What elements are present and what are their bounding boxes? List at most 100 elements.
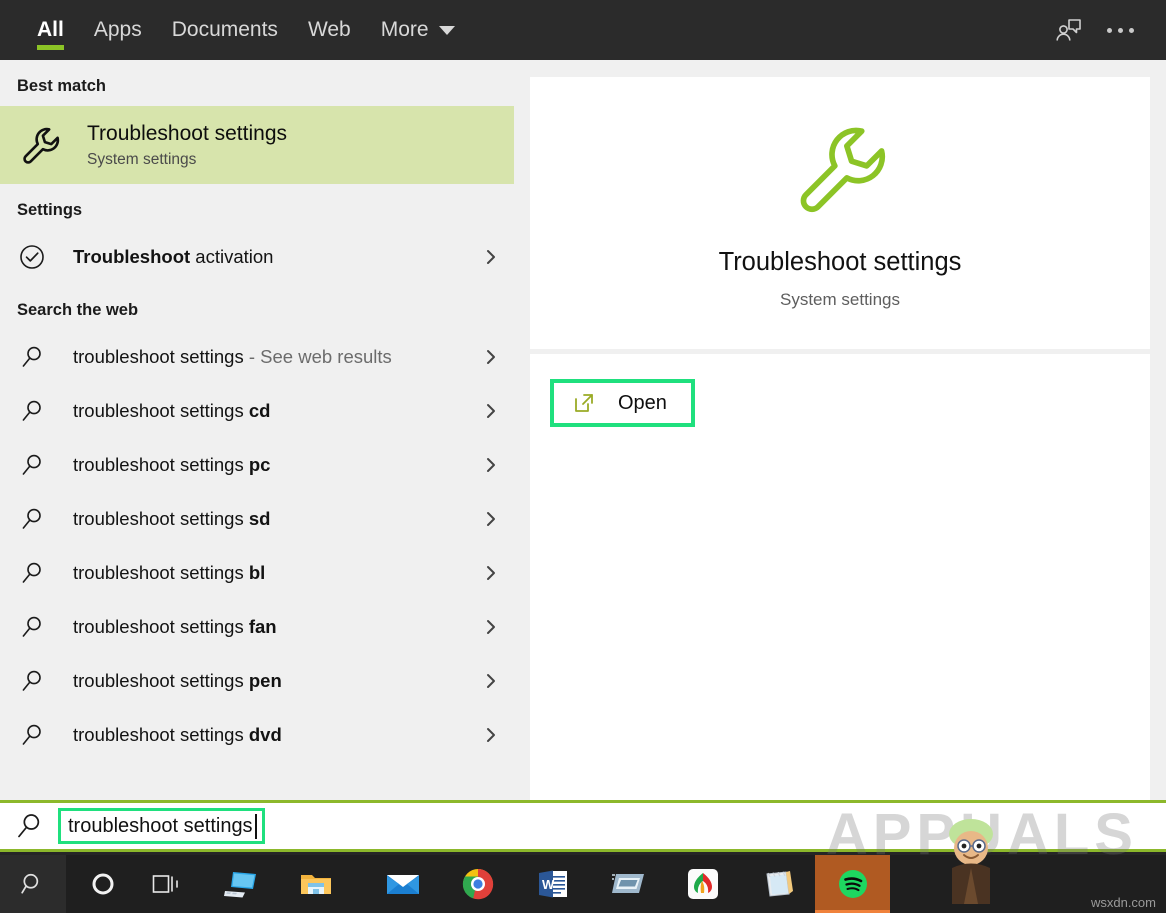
taskbar-foxit-reader-button[interactable] (665, 855, 740, 913)
web-suggestion-suffix: pc (248, 454, 271, 475)
search-results-body: Best match Troubleshoot settings System … (0, 60, 1166, 800)
chevron-right-icon[interactable] (480, 616, 502, 638)
search-bar: troubleshoot settings (0, 800, 1166, 852)
taskbar-spotify-button[interactable] (815, 855, 890, 913)
taskbar-chrome-button[interactable] (440, 855, 515, 913)
taskbar-task-view-button[interactable] (128, 855, 203, 913)
tab-all[interactable]: All (22, 0, 79, 60)
preview-title: Troubleshoot settings (718, 248, 962, 277)
web-suggestion-prefix: troubleshoot settings (73, 616, 249, 637)
best-match-heading: Best match (17, 77, 106, 95)
best-match-title: Troubleshoot settings (87, 122, 288, 146)
tab-web-label: Web (307, 18, 351, 41)
search-input[interactable]: troubleshoot settings (58, 808, 265, 844)
web-suggestion-suffix: dvd (248, 724, 282, 745)
web-suggestion-label: troubleshoot settings pen (73, 670, 282, 692)
preview-subtitle: System settings (780, 289, 900, 309)
web-suggestion-prefix: troubleshoot settings (73, 508, 249, 529)
taskbar-file-explorer-button[interactable] (278, 855, 353, 913)
tab-more[interactable]: More (366, 0, 470, 60)
open-button-label: Open (618, 391, 667, 414)
tab-list: All Apps Documents Web More (0, 0, 470, 60)
preview-panel: Troubleshoot settings System settings Op… (514, 60, 1166, 800)
taskbar-mail-button[interactable] (365, 855, 440, 913)
chevron-right-icon[interactable] (480, 724, 502, 746)
search-icon (17, 396, 47, 426)
taskbar-remote-desktop-button[interactable] (203, 855, 278, 913)
chevron-right-icon[interactable] (480, 670, 502, 692)
settings-result-label-rest: activation (190, 246, 274, 267)
chevron-right-icon[interactable] (480, 400, 502, 422)
preview-actions-card: Open (530, 354, 1150, 800)
tab-more-label: More (380, 18, 429, 41)
web-suggestion-row[interactable]: troubleshoot settings - See web results (0, 330, 514, 384)
settings-result-label-bold: Troubleshoot (73, 246, 191, 267)
windows-search-overlay: All Apps Documents Web More Best match T… (0, 0, 1166, 913)
web-suggestion-suffix: pen (248, 670, 282, 691)
web-suggestion-label: troubleshoot settings sd (73, 508, 270, 530)
chevron-right-icon[interactable] (480, 346, 502, 368)
tab-apps[interactable]: Apps (79, 0, 157, 60)
web-suggestion-label: troubleshoot settings bl (73, 562, 265, 584)
chevron-right-icon[interactable] (480, 454, 502, 476)
web-suggestion-suffix: - See web results (243, 346, 392, 367)
chevron-down-icon (438, 25, 455, 35)
search-icon (0, 803, 58, 849)
open-button[interactable]: Open (550, 379, 695, 427)
web-suggestion-suffix: cd (248, 400, 271, 421)
windows-taskbar: W (0, 855, 1166, 913)
web-suggestion-row[interactable]: troubleshoot settings pen (0, 654, 514, 708)
tab-documents[interactable]: Documents (157, 0, 293, 60)
web-suggestion-label: troubleshoot settings dvd (73, 724, 282, 746)
tab-all-label: All (37, 18, 64, 41)
wrench-icon (788, 116, 892, 225)
taskbar-search-button[interactable] (0, 855, 66, 913)
web-suggestion-row[interactable]: troubleshoot settings bl (0, 546, 514, 600)
web-suggestion-label: troubleshoot settings cd (73, 400, 270, 422)
web-suggestion-prefix: troubleshoot settings (73, 400, 249, 421)
taskbar-notepad-button[interactable] (740, 855, 815, 913)
taskbar-cortana-button[interactable] (78, 855, 128, 913)
tabbar-actions (1042, 0, 1166, 60)
web-suggestion-row[interactable]: troubleshoot settings fan (0, 600, 514, 654)
web-suggestion-prefix: troubleshoot settings (73, 724, 249, 745)
tab-apps-label: Apps (93, 18, 142, 41)
web-suggestion-suffix: bl (248, 562, 266, 583)
tab-web[interactable]: Web (293, 0, 366, 60)
more-options-ellipsis-icon[interactable] (1094, 0, 1146, 60)
web-suggestion-label: troubleshoot settings fan (73, 616, 277, 638)
web-suggestion-row[interactable]: troubleshoot settings sd (0, 492, 514, 546)
feedback-person-icon[interactable] (1042, 0, 1094, 60)
taskbar-window-app-button[interactable] (590, 855, 665, 913)
settings-heading: Settings (17, 201, 83, 219)
web-suggestion-suffix: sd (248, 508, 271, 529)
preview-card: Troubleshoot settings System settings (530, 77, 1150, 349)
best-match-subtitle: System settings (87, 150, 197, 168)
web-suggestion-prefix: troubleshoot settings (73, 670, 249, 691)
web-suggestion-row[interactable]: troubleshoot settings cd (0, 384, 514, 438)
taskbar-word-button[interactable]: W (515, 855, 590, 913)
check-circle-icon (17, 242, 47, 272)
settings-result-label: Troubleshoot activation (73, 246, 273, 268)
web-suggestion-prefix: troubleshoot settings (73, 562, 249, 583)
search-filter-tabbar: All Apps Documents Web More (0, 0, 1166, 60)
web-suggestion-label: troubleshoot settings - See web results (73, 346, 392, 368)
best-match-result-row[interactable]: Troubleshoot settings System settings (0, 106, 514, 184)
web-suggestion-row[interactable]: troubleshoot settings dvd (0, 708, 514, 762)
search-the-web-heading: Search the web (17, 301, 139, 319)
web-suggestion-prefix: troubleshoot settings (73, 346, 244, 367)
svg-text:W: W (542, 877, 555, 892)
chevron-right-icon[interactable] (480, 246, 502, 268)
open-external-icon (572, 391, 596, 415)
best-match-text-block: Troubleshoot settings System settings (87, 121, 287, 168)
search-icon (17, 720, 47, 750)
search-icon (17, 342, 47, 372)
search-input-value: troubleshoot settings (68, 814, 253, 837)
search-icon (17, 504, 47, 534)
web-suggestion-prefix: troubleshoot settings (73, 454, 249, 475)
chevron-right-icon[interactable] (480, 562, 502, 584)
settings-result-row[interactable]: Troubleshoot activation (0, 230, 514, 284)
search-icon (17, 666, 47, 696)
chevron-right-icon[interactable] (480, 508, 502, 530)
web-suggestion-row[interactable]: troubleshoot settings pc (0, 438, 514, 492)
